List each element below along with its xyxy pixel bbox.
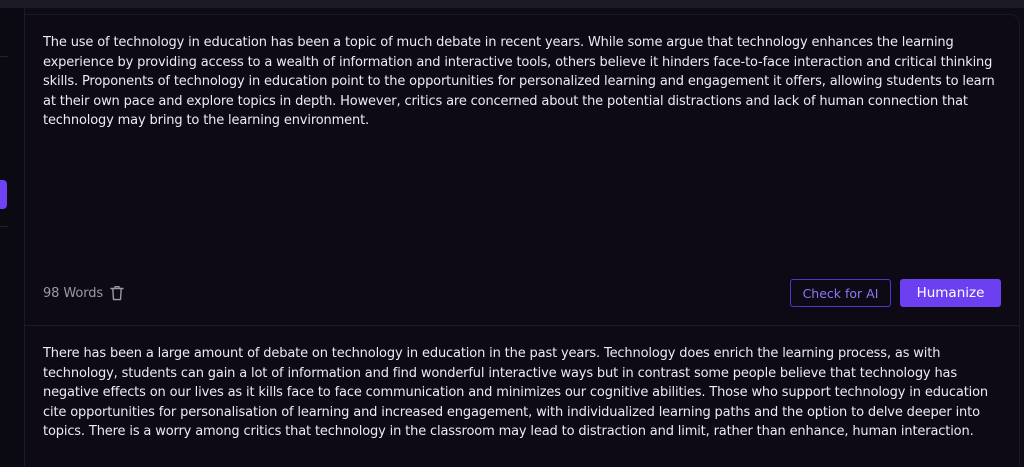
sidebar-divider (0, 226, 8, 227)
editor-panel: The use of technology in education has b… (25, 14, 1020, 467)
sidebar (0, 8, 25, 466)
trash-icon[interactable] (110, 285, 124, 301)
section-divider (25, 325, 1019, 326)
output-text-area: There has been a large amount of debate … (43, 346, 988, 440)
top-bar (0, 0, 1024, 8)
sidebar-active-tab[interactable] (0, 180, 7, 209)
humanize-button[interactable]: Humanize (900, 279, 1001, 307)
check-for-ai-button[interactable]: Check for AI (790, 279, 891, 307)
input-text-area[interactable]: The use of technology in education has b… (43, 33, 1003, 131)
sidebar-divider (0, 56, 8, 57)
word-count: 98 Words (43, 286, 104, 301)
input-footer: 98 Words Check for AI Humanize (43, 278, 1001, 308)
